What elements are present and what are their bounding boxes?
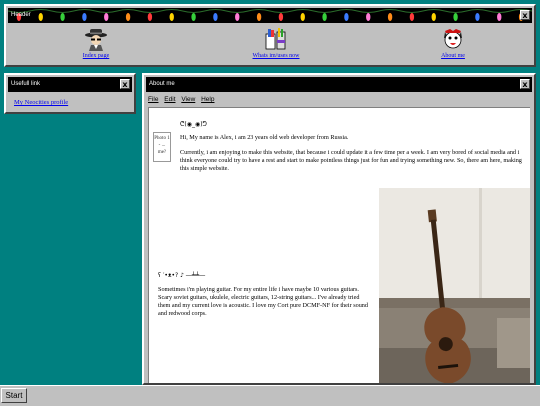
light-bulb <box>475 13 480 21</box>
light-bulb <box>300 13 305 21</box>
nav-link-index[interactable]: Index page <box>41 53 151 59</box>
spy-icon <box>85 29 107 51</box>
light-bulb <box>409 13 415 21</box>
links-title: Usefull link <box>11 81 41 87</box>
about-title: About me <box>149 81 175 87</box>
header-titlebar: Header x <box>8 8 532 23</box>
light-bulb <box>453 13 458 21</box>
menu-file[interactable]: File <box>148 96 158 103</box>
menu-help-label: Help <box>201 96 215 103</box>
menu-edit-label: Edit <box>164 96 176 103</box>
close-icon[interactable]: x <box>520 79 530 89</box>
cat-icon <box>444 29 462 49</box>
menu-bar: File Edit View Help <box>148 95 218 105</box>
kaomoji-guitar: ʕ ′•ᴥ•? ♪ ―┷┷― <box>158 272 206 279</box>
close-icon[interactable]: x <box>120 79 130 89</box>
light-bulb <box>366 13 371 21</box>
nav-bar: Index page Whats im/uses now About me <box>6 26 534 66</box>
menu-help[interactable]: Help <box>201 96 214 103</box>
menu-view[interactable]: View <box>181 96 195 103</box>
nav-link-uses[interactable]: Whats im/uses now <box>221 53 331 59</box>
menu-file-label: File <box>148 96 159 103</box>
light-bulb <box>60 13 65 21</box>
paint-bucket-icon <box>265 28 286 50</box>
light-bulb <box>278 13 284 21</box>
menu-edit[interactable]: Edit <box>164 96 175 103</box>
light-bulb <box>38 13 43 21</box>
links-titlebar: Usefull link x <box>8 77 132 92</box>
paragraph-guitar: Sometimes i'm playing guitar. For my ent… <box>158 286 368 317</box>
taskbar: Start <box>0 385 540 406</box>
about-content: ᕦ(◉_◉)ᕤ Photo 1 - ... me? Hi, My name is… <box>148 107 530 383</box>
nav-link-about[interactable]: About me <box>398 53 508 59</box>
light-bulb <box>235 13 240 21</box>
light-bulb <box>191 13 196 21</box>
links-window: Usefull link x My Neocities profile <box>4 73 136 114</box>
light-bulb <box>104 13 109 21</box>
light-bulb <box>344 13 349 21</box>
header-window: Header x Index page Whats im/uses now Ab… <box>4 4 536 67</box>
nav-item-about[interactable]: About me <box>398 26 508 59</box>
guitar-photo <box>379 188 530 383</box>
nav-item-uses[interactable]: Whats im/uses now <box>221 26 331 59</box>
light-bulb <box>169 13 174 21</box>
light-bulb <box>256 13 262 21</box>
nav-item-index[interactable]: Index page <box>41 26 151 59</box>
paragraph-website: Currently, i am enjoying to make this we… <box>180 149 522 172</box>
close-icon[interactable]: x <box>520 10 530 20</box>
light-bulb <box>147 13 153 21</box>
about-window: About me x File Edit View Help ᕦ(◉_◉)ᕤ P… <box>142 73 536 385</box>
light-bulb <box>431 13 436 21</box>
light-bulb <box>387 13 393 21</box>
start-button[interactable]: Start <box>1 388 27 403</box>
light-bulb <box>213 13 218 21</box>
neocities-profile-link[interactable]: My Neocities profile <box>14 99 68 106</box>
broken-photo: Photo 1 - ... me? <box>153 132 171 162</box>
header-title: Header <box>11 12 31 18</box>
light-bulb <box>125 13 131 21</box>
intro-text: Hi, My name is Alex, i am 23 years old w… <box>180 134 349 141</box>
light-bulb <box>322 13 327 21</box>
kaomoji-top: ᕦ(◉_◉)ᕤ <box>180 121 207 128</box>
light-bulb <box>82 13 87 21</box>
about-titlebar: About me x <box>146 77 532 92</box>
menu-view-label: View <box>181 96 196 103</box>
christmas-lights-decoration <box>8 9 532 21</box>
light-bulb <box>497 13 502 21</box>
